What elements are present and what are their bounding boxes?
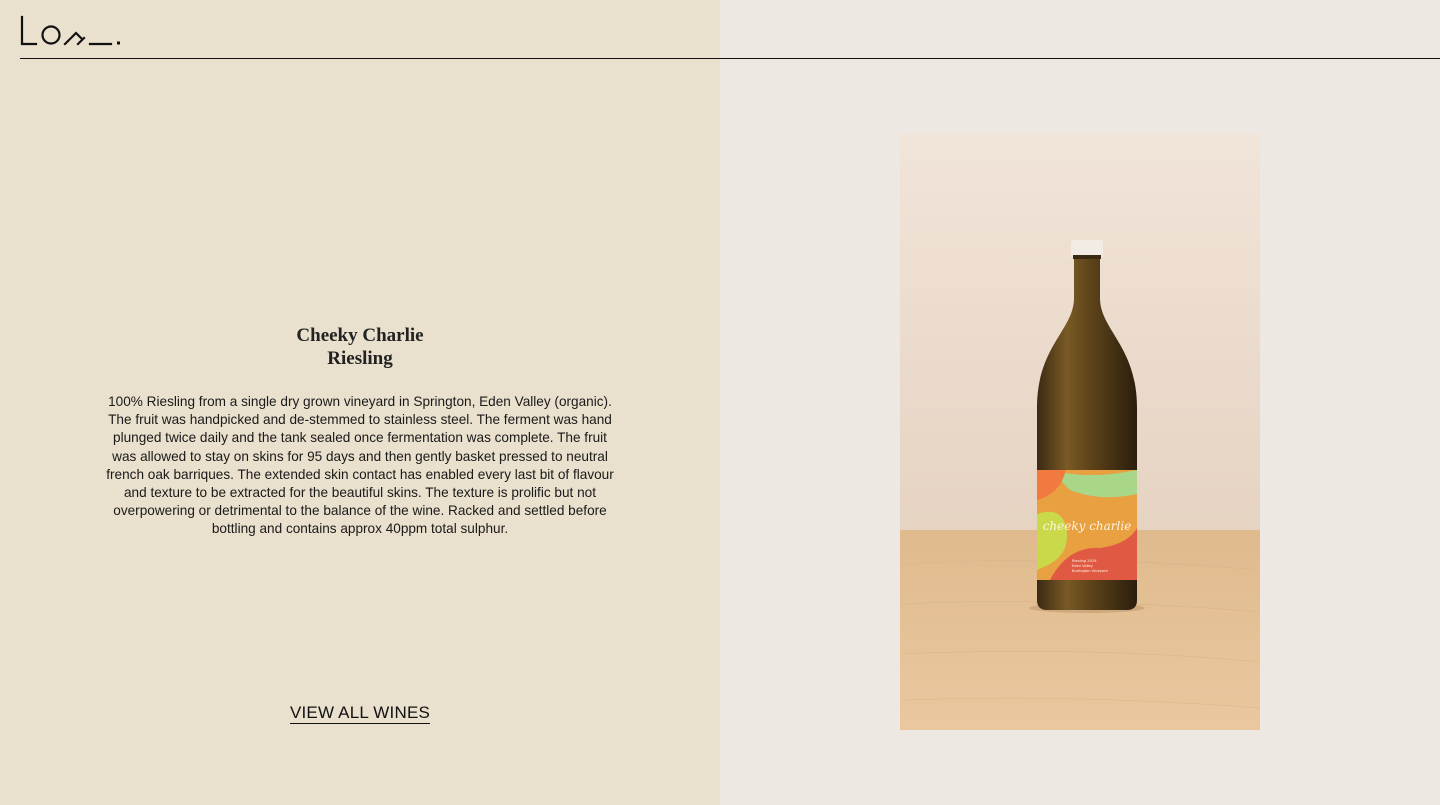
label-line-3: Burlington Vineyard bbox=[1072, 569, 1108, 573]
logo-letter-l bbox=[20, 15, 38, 46]
product-title: Cheeky Charlie Riesling bbox=[0, 324, 720, 370]
brand-logo[interactable] bbox=[20, 15, 122, 47]
label-line-2: Eden Valley bbox=[1072, 564, 1094, 568]
logo-letter-o bbox=[41, 25, 61, 45]
view-all-container: VIEW ALL WINES bbox=[0, 703, 720, 724]
product-photo: cheeky charlie Riesling 2019 Eden Valley… bbox=[900, 134, 1260, 730]
header-divider bbox=[20, 58, 1440, 59]
label-script-text: cheeky charlie bbox=[1043, 519, 1132, 533]
product-name: Cheeky Charlie bbox=[296, 325, 424, 346]
product-description: 100% Riesling from a single dry grown vi… bbox=[106, 394, 614, 537]
logo-dot bbox=[117, 41, 120, 45]
label-line-1: Riesling 2019 bbox=[1072, 559, 1097, 563]
view-all-wines-link[interactable]: VIEW ALL WINES bbox=[289, 703, 431, 724]
product-variety: Riesling bbox=[327, 348, 393, 369]
